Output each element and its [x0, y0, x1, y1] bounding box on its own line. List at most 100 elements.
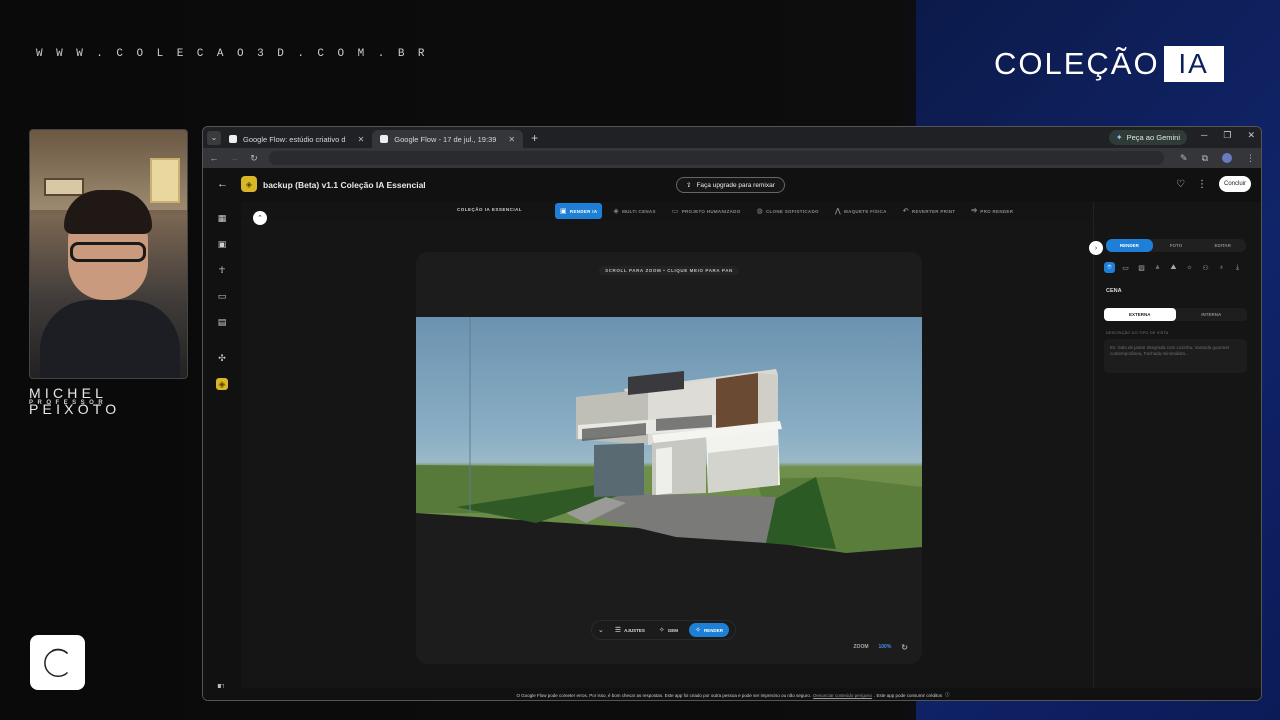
scene-option-externa[interactable]: EXTERNA	[1104, 308, 1176, 321]
close-window-icon[interactable]: ✕	[1247, 130, 1255, 141]
canvas-action-bar: ⌄ ☰ AJUSTES ✧ GEM ✧ RENDER	[591, 620, 736, 640]
scene-option-interna[interactable]: INTERNA	[1176, 308, 1248, 321]
reset-zoom-icon[interactable]: ↻	[901, 643, 908, 652]
render-canvas[interactable]: SCROLL PARA ZOOM • CLIQUE MEIO PARA PAN	[416, 252, 922, 664]
gem-label: GEM	[667, 627, 679, 633]
house-render-image	[416, 317, 922, 559]
close-icon[interactable]: ✕	[508, 135, 515, 144]
apps-sparkle-icon[interactable]: ✣	[216, 352, 228, 364]
tab-maquete-fisica[interactable]: ⋀ MAQUETE FÍSICA	[830, 203, 892, 219]
zoom-value[interactable]: 100%	[879, 644, 892, 650]
url-input[interactable]	[269, 151, 1165, 165]
heart-icon[interactable]: ♡	[1176, 179, 1185, 190]
browser-window: ⌄ Google Flow: estúdio criativo d ✕ Goog…	[202, 126, 1262, 701]
scene-type-toggle: EXTERNA INTERNA	[1104, 308, 1247, 321]
add-person-icon[interactable]: ⚇	[1200, 262, 1211, 273]
project-icon: ◈	[241, 176, 257, 192]
tab-projeto-humanizado[interactable]: ▭ PROJETO HUMANIZADO	[667, 203, 746, 219]
tab-pro-render[interactable]: ⥤ PRO RENDER	[966, 203, 1018, 219]
tab-reverter-print[interactable]: ↶ REVERTER PRINT	[898, 203, 961, 219]
tab-label: MAQUETE FÍSICA	[844, 208, 887, 214]
tab-label: REVERTER PRINT	[911, 208, 956, 214]
browser-actions: ✎ ⧉ ⋮	[1180, 153, 1255, 164]
gem-button[interactable]: ✧ GEM	[656, 623, 681, 637]
image-icon[interactable]: ▣	[216, 238, 228, 250]
brand-logo: COLEÇÃO IA	[994, 46, 1224, 82]
tab-multi-cenas[interactable]: ◈ MULTI CENAS	[608, 203, 660, 219]
tab-clone-sofisticado[interactable]: ◍ CLONE SOFISTICADO	[752, 203, 824, 219]
adjust-button[interactable]: ☰ AJUSTES	[612, 623, 648, 637]
browser-tabbar: ⌄ Google Flow: estúdio criativo d ✕ Goog…	[203, 127, 1261, 148]
location-pin-icon[interactable]: ⌾	[1104, 262, 1115, 273]
browser-tab-1[interactable]: Google Flow - 17 de jul., 19:39 ✕	[372, 130, 524, 148]
disclaimer-text: O Google Flow pode cometer erros. Por is…	[516, 692, 812, 698]
tab-label: CLONE SOFISTICADO	[765, 208, 819, 214]
edit-icon[interactable]: ✎	[1180, 153, 1188, 164]
tab-search-icon[interactable]: ⌄	[207, 130, 221, 145]
tent-icon[interactable]: ⩓	[1152, 262, 1163, 273]
adjust-label: AJUSTES	[624, 627, 645, 633]
browser-tab-0[interactable]: Google Flow: estúdio criativo d ✕	[221, 130, 372, 148]
back-icon[interactable]: ←	[209, 153, 219, 163]
tab-foto[interactable]: FOTO	[1153, 239, 1200, 252]
new-tab-icon[interactable]: +	[531, 131, 538, 145]
tab-render[interactable]: RENDER	[1106, 239, 1153, 252]
report-link[interactable]: Denunciar conteúdo perigoso	[813, 693, 872, 698]
render-label: RENDER	[703, 627, 723, 633]
presenter-webcam	[29, 129, 188, 379]
tab-label: PROJETO HUMANIZADO	[681, 208, 741, 214]
left-rail: ▦ ▣ ☥ ▭ ▤ ✣ ◈ ◧	[203, 202, 241, 700]
extensions-icon[interactable]: ⧉	[1202, 153, 1208, 164]
grid-icon[interactable]: ▦	[216, 212, 228, 224]
plan-icon: ▭	[671, 208, 679, 215]
mode-toolbar: COLEÇÃO IA ESSENCIAL ▣ RENDER IA ◈ MULTI C…	[241, 202, 1091, 220]
zoom-label: ZOOM	[853, 644, 869, 650]
canvas-hint: SCROLL PARA ZOOM • CLIQUE MEIO PARA PAN	[599, 266, 739, 275]
close-icon[interactable]: ✕	[358, 135, 365, 144]
camera-icon[interactable]: ▭	[1120, 262, 1131, 273]
browser-tab-title: Google Flow: estúdio criativo d	[243, 134, 346, 144]
tab-label: RENDER IA	[569, 208, 598, 214]
zoom-control: ZOOM 100% ↻	[854, 640, 909, 654]
sun-icon[interactable]: ☼	[1184, 262, 1195, 273]
profile-avatar[interactable]	[1222, 153, 1232, 163]
more-options-icon[interactable]: ⋮	[1197, 179, 1207, 190]
film-icon[interactable]: ▭	[216, 290, 228, 302]
folder-icon[interactable]: ▤	[216, 316, 228, 328]
minimize-icon[interactable]: ─	[1201, 130, 1207, 141]
forward-icon[interactable]: →	[229, 153, 239, 163]
project-app-icon[interactable]: ◈	[216, 378, 228, 390]
model-icon: ⋀	[834, 208, 842, 215]
person-icon[interactable]: ☥	[216, 264, 228, 276]
chevron-down-icon[interactable]: ⌄	[598, 626, 604, 634]
corner-logo-icon	[30, 635, 85, 690]
panel-tool-icons: ⌾ ▭ ▨ ⩓ ⛰ ☼ ⚇ ♁ ⤓	[1104, 262, 1243, 273]
download-icon[interactable]: ⤓	[1232, 262, 1243, 273]
flow-app: ← ◈ backup (Beta) v1.1 Coleção IA Essenc…	[203, 168, 1261, 700]
tab-editar[interactable]: EDITAR	[1199, 239, 1246, 252]
hatch-icon[interactable]: ▨	[1136, 262, 1147, 273]
mountain-icon[interactable]: ⛰	[1168, 262, 1179, 273]
view-description-textarea[interactable]: Ex: Sala de jantar integrada com cozinha…	[1104, 339, 1247, 373]
chevron-right-icon[interactable]: ›	[1089, 241, 1103, 255]
back-arrow-icon[interactable]: ←	[217, 178, 228, 190]
project-title: backup (Beta) v1.1 Coleção IA Essencial	[263, 180, 426, 190]
chevron-up-icon[interactable]: ⌃	[253, 211, 267, 225]
render-button[interactable]: ✧ RENDER	[689, 623, 729, 637]
gemini-button[interactable]: ✦ Peça ao Gemini	[1108, 130, 1187, 145]
browser-menu-icon[interactable]: ⋮	[1246, 153, 1255, 164]
mode-tabs: ▣ RENDER IA ◈ MULTI CENAS ▭ PROJETO HUMANIZ…	[555, 203, 1018, 219]
upgrade-button[interactable]: ⇪ Faça upgrade para remixar	[676, 177, 785, 193]
header-actions: ♡ ⋮ Concluir	[1176, 176, 1251, 192]
browser-tab-title: Google Flow - 17 de jul., 19:39	[394, 134, 497, 144]
lightbulb-icon[interactable]: ♁	[1216, 262, 1227, 273]
section-title: CENA	[1106, 288, 1122, 294]
tab-render-ia[interactable]: ▣ RENDER IA	[555, 203, 603, 219]
restore-icon[interactable]: ❐	[1223, 130, 1231, 141]
finish-button[interactable]: Concluir	[1218, 176, 1251, 192]
reload-icon[interactable]: ↻	[249, 153, 259, 164]
toolbar-brand: COLEÇÃO IA ESSENCIAL	[457, 207, 523, 212]
flow-favicon-icon	[380, 135, 389, 143]
flow-favicon-icon	[229, 135, 237, 143]
info-icon[interactable]: ⓘ	[945, 692, 950, 698]
